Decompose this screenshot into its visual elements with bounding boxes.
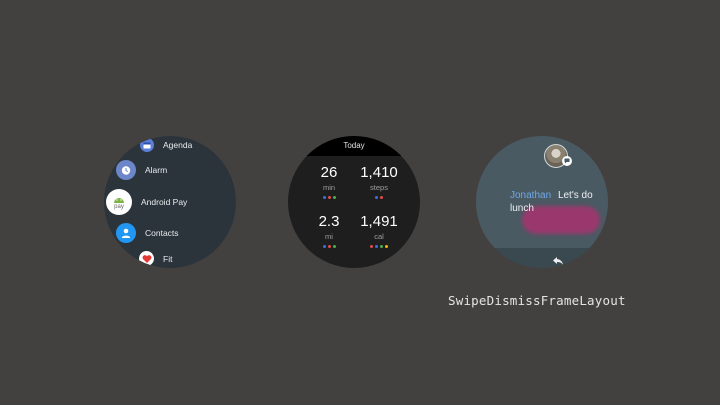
stat-unit: min <box>322 183 336 192</box>
progress-dot <box>375 245 378 248</box>
caption-label: SwipeDismissFrameLayout <box>448 293 626 308</box>
watch-fit-stats: Today 26 min 1,410 steps 2.3 mi 1,491 ca… <box>288 136 420 268</box>
calendar-icon <box>140 138 154 152</box>
launcher-item-label: Fit <box>163 253 173 264</box>
message-line-1: Jonathan Let's do <box>510 190 593 201</box>
launcher-item-android-pay[interactable]: pay Android Pay <box>106 189 187 215</box>
launcher-item-label: Agenda <box>163 140 193 150</box>
stat-dots <box>304 245 354 248</box>
launcher-item-label: Android Pay <box>141 197 188 207</box>
launcher-item-agenda[interactable]: Agenda <box>140 138 192 152</box>
fit-stat-calories[interactable]: 1,491 cal <box>354 213 404 248</box>
android-pay-icon: pay <box>106 189 132 215</box>
progress-dot <box>327 245 331 248</box>
fit-stat-distance[interactable]: 2.3 mi <box>304 213 354 248</box>
action-bar <box>476 248 608 268</box>
message-text: Let's do <box>557 190 593 201</box>
stat-unit: mi <box>325 232 333 241</box>
progress-dot <box>322 245 326 248</box>
notification-card[interactable]: Jonathan Let's do lunch <box>476 136 608 248</box>
progress-dot <box>385 245 388 248</box>
stat-unit: cal <box>374 232 384 241</box>
launcher-item-fit[interactable]: Fit <box>139 251 172 266</box>
message-sender: Jonathan <box>510 190 552 201</box>
stat-value: 1,491 <box>360 213 398 230</box>
stat-value: 1,410 <box>360 164 398 181</box>
progress-dot <box>380 196 383 199</box>
launcher-item-contacts[interactable]: Contacts <box>116 223 179 243</box>
fit-header-title: Today <box>288 136 420 156</box>
progress-dot <box>327 196 331 199</box>
stat-value: 2.3 <box>318 213 340 230</box>
alarm-clock-icon <box>116 160 136 180</box>
fit-heart-icon <box>139 251 154 266</box>
fit-stat-steps[interactable]: 1,410 steps <box>354 164 404 199</box>
fit-stat-minutes[interactable]: 26 min <box>304 164 354 199</box>
stat-dots <box>354 196 404 199</box>
launcher-item-label: Contacts <box>145 228 179 238</box>
progress-dot <box>380 245 383 248</box>
stat-unit: steps <box>370 183 388 192</box>
progress-dot <box>332 196 336 199</box>
reply-arrow-icon[interactable] <box>552 253 564 265</box>
progress-dot <box>322 196 326 199</box>
progress-dot <box>370 245 373 248</box>
progress-dot <box>332 245 336 248</box>
watch-app-launcher: Agenda Alarm pay Android Pay Contacts Fi… <box>104 136 236 268</box>
message-text-line-2: lunch <box>510 203 534 214</box>
progress-dot <box>375 196 378 199</box>
watch-swipe-dismiss[interactable]: Jonathan Let's do lunch <box>476 136 608 268</box>
launcher-item-label: Alarm <box>145 165 168 175</box>
hangouts-badge-icon <box>562 156 572 166</box>
contact-person-icon <box>116 223 136 243</box>
stat-dots <box>304 196 354 199</box>
launcher-item-alarm[interactable]: Alarm <box>116 160 167 180</box>
stat-value: 26 <box>320 164 338 181</box>
stat-dots <box>354 245 404 248</box>
